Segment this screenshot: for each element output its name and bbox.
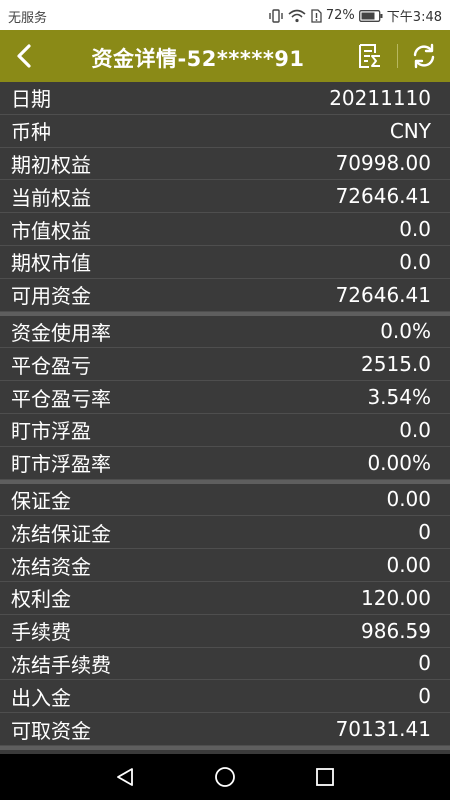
item-value: 0.00 <box>386 487 431 512</box>
item-value: 0.0% <box>380 319 431 344</box>
list-item: 权利金 120.00 <box>0 581 450 615</box>
item-label: 资金使用率 <box>11 320 111 345</box>
item-value: 2515.0 <box>361 352 431 377</box>
list-item: 当前权益 72646.41 <box>0 180 450 214</box>
back-button[interactable] <box>6 39 42 73</box>
item-value: 120.00 <box>361 585 431 610</box>
battery-icon <box>358 9 383 22</box>
refresh-button[interactable] <box>407 40 441 72</box>
list-item: 可取资金 70131.41 <box>0 713 450 746</box>
list-item: 资金使用率 0.0% <box>0 315 450 349</box>
item-value: 72646.41 <box>335 282 431 307</box>
item-label: 权利金 <box>11 587 71 612</box>
list-item: 平仓盈亏 2515.0 <box>0 348 450 382</box>
item-value: 0.00% <box>367 450 431 475</box>
item-value: CNY <box>389 118 431 143</box>
item-label: 冻结资金 <box>11 554 91 579</box>
system-nav-bar <box>0 754 450 800</box>
toolbar-divider <box>397 44 398 68</box>
item-value: 70998.00 <box>335 151 431 176</box>
item-label: 手续费 <box>11 620 71 645</box>
item-value: 0.0 <box>399 217 431 242</box>
list-item: 保证金 0.00 <box>0 483 450 517</box>
item-label: 当前权益 <box>11 185 91 210</box>
item-value: 0.0 <box>399 249 431 274</box>
nav-recents-button[interactable] <box>312 765 338 789</box>
item-value: 0 <box>418 520 431 545</box>
nav-home-button[interactable] <box>212 765 238 789</box>
list-item: 盯市浮盈 0.0 <box>0 413 450 447</box>
list-item: 日期 20211110 <box>0 82 450 115</box>
list-item: 币种 CNY <box>0 114 450 148</box>
square-recents-icon <box>316 768 334 786</box>
item-value: 70131.41 <box>335 717 431 742</box>
fund-detail-list: 日期 20211110 币种 CNY 期初权益 70998.00 当前权益 72646.41 市… <box>0 82 450 750</box>
wifi-icon <box>288 9 306 23</box>
list-item: 可用资金 72646.41 <box>0 278 450 312</box>
item-value: 0 <box>418 651 431 676</box>
nav-back-button[interactable] <box>112 765 138 789</box>
item-label: 平仓盈亏率 <box>11 386 111 411</box>
item-value: 20211110 <box>329 85 431 110</box>
item-label: 平仓盈亏 <box>11 353 91 378</box>
status-bar: 无服务 72% 下午3:48 <box>0 0 450 30</box>
chevron-left-icon <box>17 44 31 68</box>
item-label: 冻结保证金 <box>11 521 111 546</box>
list-item: 期初权益 70998.00 <box>0 147 450 181</box>
list-item: 冻结手续费 0 <box>0 647 450 681</box>
refresh-icon <box>413 43 435 69</box>
item-label: 币种 <box>11 120 51 145</box>
carrier-text: 无服务 <box>8 11 48 26</box>
item-value: 72646.41 <box>335 184 431 209</box>
item-value: 986.59 <box>361 618 431 643</box>
list-item: 手续费 986.59 <box>0 614 450 648</box>
item-label: 可取资金 <box>11 718 91 743</box>
item-label: 保证金 <box>11 488 71 513</box>
triangle-back-icon <box>117 768 133 786</box>
item-label: 可用资金 <box>11 284 91 309</box>
list-item: 盯市浮盈率 0.00% <box>0 446 450 480</box>
list-item: 平仓盈亏率 3.54% <box>0 381 450 414</box>
group-divider <box>0 745 450 750</box>
item-label: 市值权益 <box>11 218 91 243</box>
item-label: 日期 <box>11 87 51 112</box>
circle-home-icon <box>215 767 235 787</box>
item-label: 出入金 <box>11 685 71 710</box>
clock-text: 下午3:48 <box>386 10 442 25</box>
item-label: 盯市浮盈率 <box>11 452 111 477</box>
item-value: 0.0 <box>399 417 431 442</box>
battery-percent: 72% <box>325 8 355 23</box>
page-title: 资金详情-52*****91 <box>91 47 305 71</box>
sim-alert-icon <box>310 8 322 23</box>
item-value: 0.00 <box>386 553 431 578</box>
list-item: 冻结资金 0.00 <box>0 549 450 582</box>
list-item: 市值权益 0.0 <box>0 213 450 246</box>
item-value: 3.54% <box>367 385 431 410</box>
item-label: 冻结手续费 <box>11 652 111 677</box>
status-icons: 72% 下午3:48 <box>268 6 442 25</box>
list-item: 出入金 0 <box>0 680 450 714</box>
list-item: 冻结保证金 0 <box>0 516 450 550</box>
vibrate-icon <box>268 8 284 23</box>
sum-list-icon <box>359 44 380 68</box>
title-bar: 资金详情-52*****91 <box>0 30 450 82</box>
summary-button[interactable] <box>353 40 387 72</box>
item-value: 0 <box>418 684 431 709</box>
list-item: 期权市值 0.0 <box>0 245 450 279</box>
item-label: 期权市值 <box>11 251 91 276</box>
item-label: 盯市浮盈 <box>11 419 91 444</box>
item-label: 期初权益 <box>11 152 91 177</box>
